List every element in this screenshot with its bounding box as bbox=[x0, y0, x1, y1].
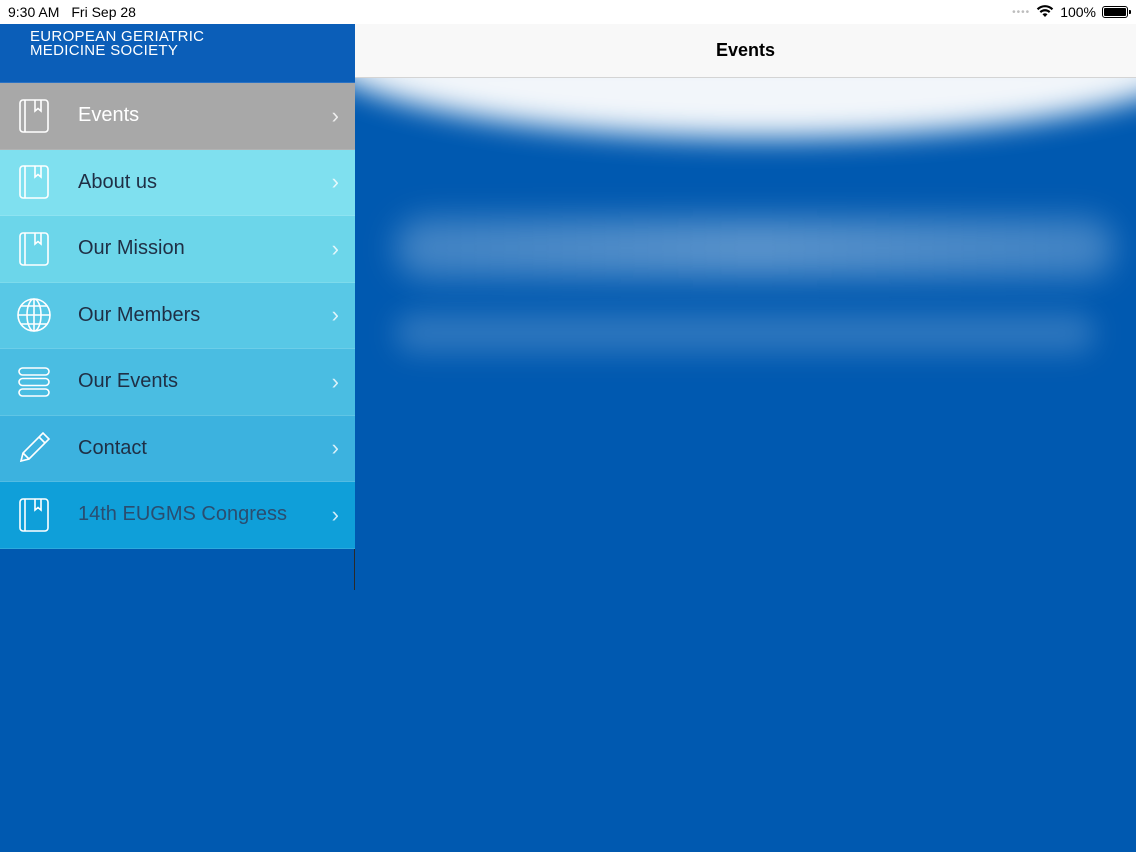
menu-item-about-us[interactable]: About us › bbox=[0, 149, 355, 216]
sidebar-menu: EUROPEAN GERIATRIC MEDICINE SOCIETY Even… bbox=[0, 24, 355, 590]
book-icon bbox=[16, 231, 52, 267]
book-icon bbox=[16, 497, 52, 533]
book-icon bbox=[16, 98, 52, 134]
chevron-right-icon: › bbox=[331, 435, 339, 461]
menu-item-label: Events bbox=[78, 104, 140, 127]
status-time: 9:30 AM bbox=[8, 4, 60, 20]
chevron-right-icon: › bbox=[331, 368, 339, 394]
wifi-icon bbox=[1036, 4, 1054, 21]
status-right: •••• 100% bbox=[1012, 4, 1131, 21]
menu-item-label: 14th EUGMS Congress bbox=[78, 503, 287, 526]
chevron-right-icon: › bbox=[331, 169, 339, 195]
battery-percent: 100% bbox=[1060, 4, 1096, 20]
menu-item-our-members[interactable]: Our Members › bbox=[0, 282, 355, 349]
menu-item-events[interactable]: Events › bbox=[0, 83, 355, 150]
menu-item-label: Our Events bbox=[78, 370, 179, 393]
navigation-bar: Events bbox=[355, 24, 1136, 78]
menu-item-label: About us bbox=[78, 170, 157, 193]
chevron-right-icon: › bbox=[331, 302, 339, 328]
chevron-right-icon: › bbox=[331, 235, 339, 261]
logo-line-2: MEDICINE SOCIETY bbox=[30, 42, 179, 59]
pencil-icon bbox=[16, 430, 52, 466]
menu-item-label: Our Mission bbox=[78, 237, 185, 260]
stack-icon bbox=[16, 364, 52, 400]
menu-item-our-events[interactable]: Our Events › bbox=[0, 349, 355, 416]
hero-blurred-subheading bbox=[395, 313, 1095, 353]
book-icon bbox=[16, 164, 52, 200]
sidebar-logo: EUROPEAN GERIATRIC MEDICINE SOCIETY bbox=[0, 24, 355, 83]
cellular-signal-icon: •••• bbox=[1012, 6, 1031, 18]
sidebar-empty-area bbox=[0, 549, 355, 590]
battery-icon bbox=[1102, 6, 1131, 18]
menu-list: Events › About us › Our Mission › Our Me… bbox=[0, 83, 355, 549]
hero-banner-image bbox=[355, 48, 1136, 478]
status-bar: 9:30 AM Fri Sep 28 •••• 100% bbox=[0, 0, 1136, 24]
main-content: Events bbox=[355, 24, 1136, 852]
menu-item-contact[interactable]: Contact › bbox=[0, 415, 355, 482]
menu-item-label: Our Members bbox=[78, 303, 201, 326]
hero-blurred-heading bbox=[395, 218, 1115, 278]
page-title: Events bbox=[715, 40, 776, 60]
globe-icon bbox=[16, 297, 52, 333]
status-date: Fri Sep 28 bbox=[71, 4, 136, 20]
menu-item-label: Contact bbox=[78, 436, 147, 459]
menu-item-eugms-congress[interactable]: 14th EUGMS Congress › bbox=[0, 482, 355, 549]
chevron-right-icon: › bbox=[331, 501, 339, 527]
status-left: 9:30 AM Fri Sep 28 bbox=[8, 4, 136, 20]
chevron-right-icon: › bbox=[331, 102, 339, 128]
menu-item-our-mission[interactable]: Our Mission › bbox=[0, 216, 355, 283]
